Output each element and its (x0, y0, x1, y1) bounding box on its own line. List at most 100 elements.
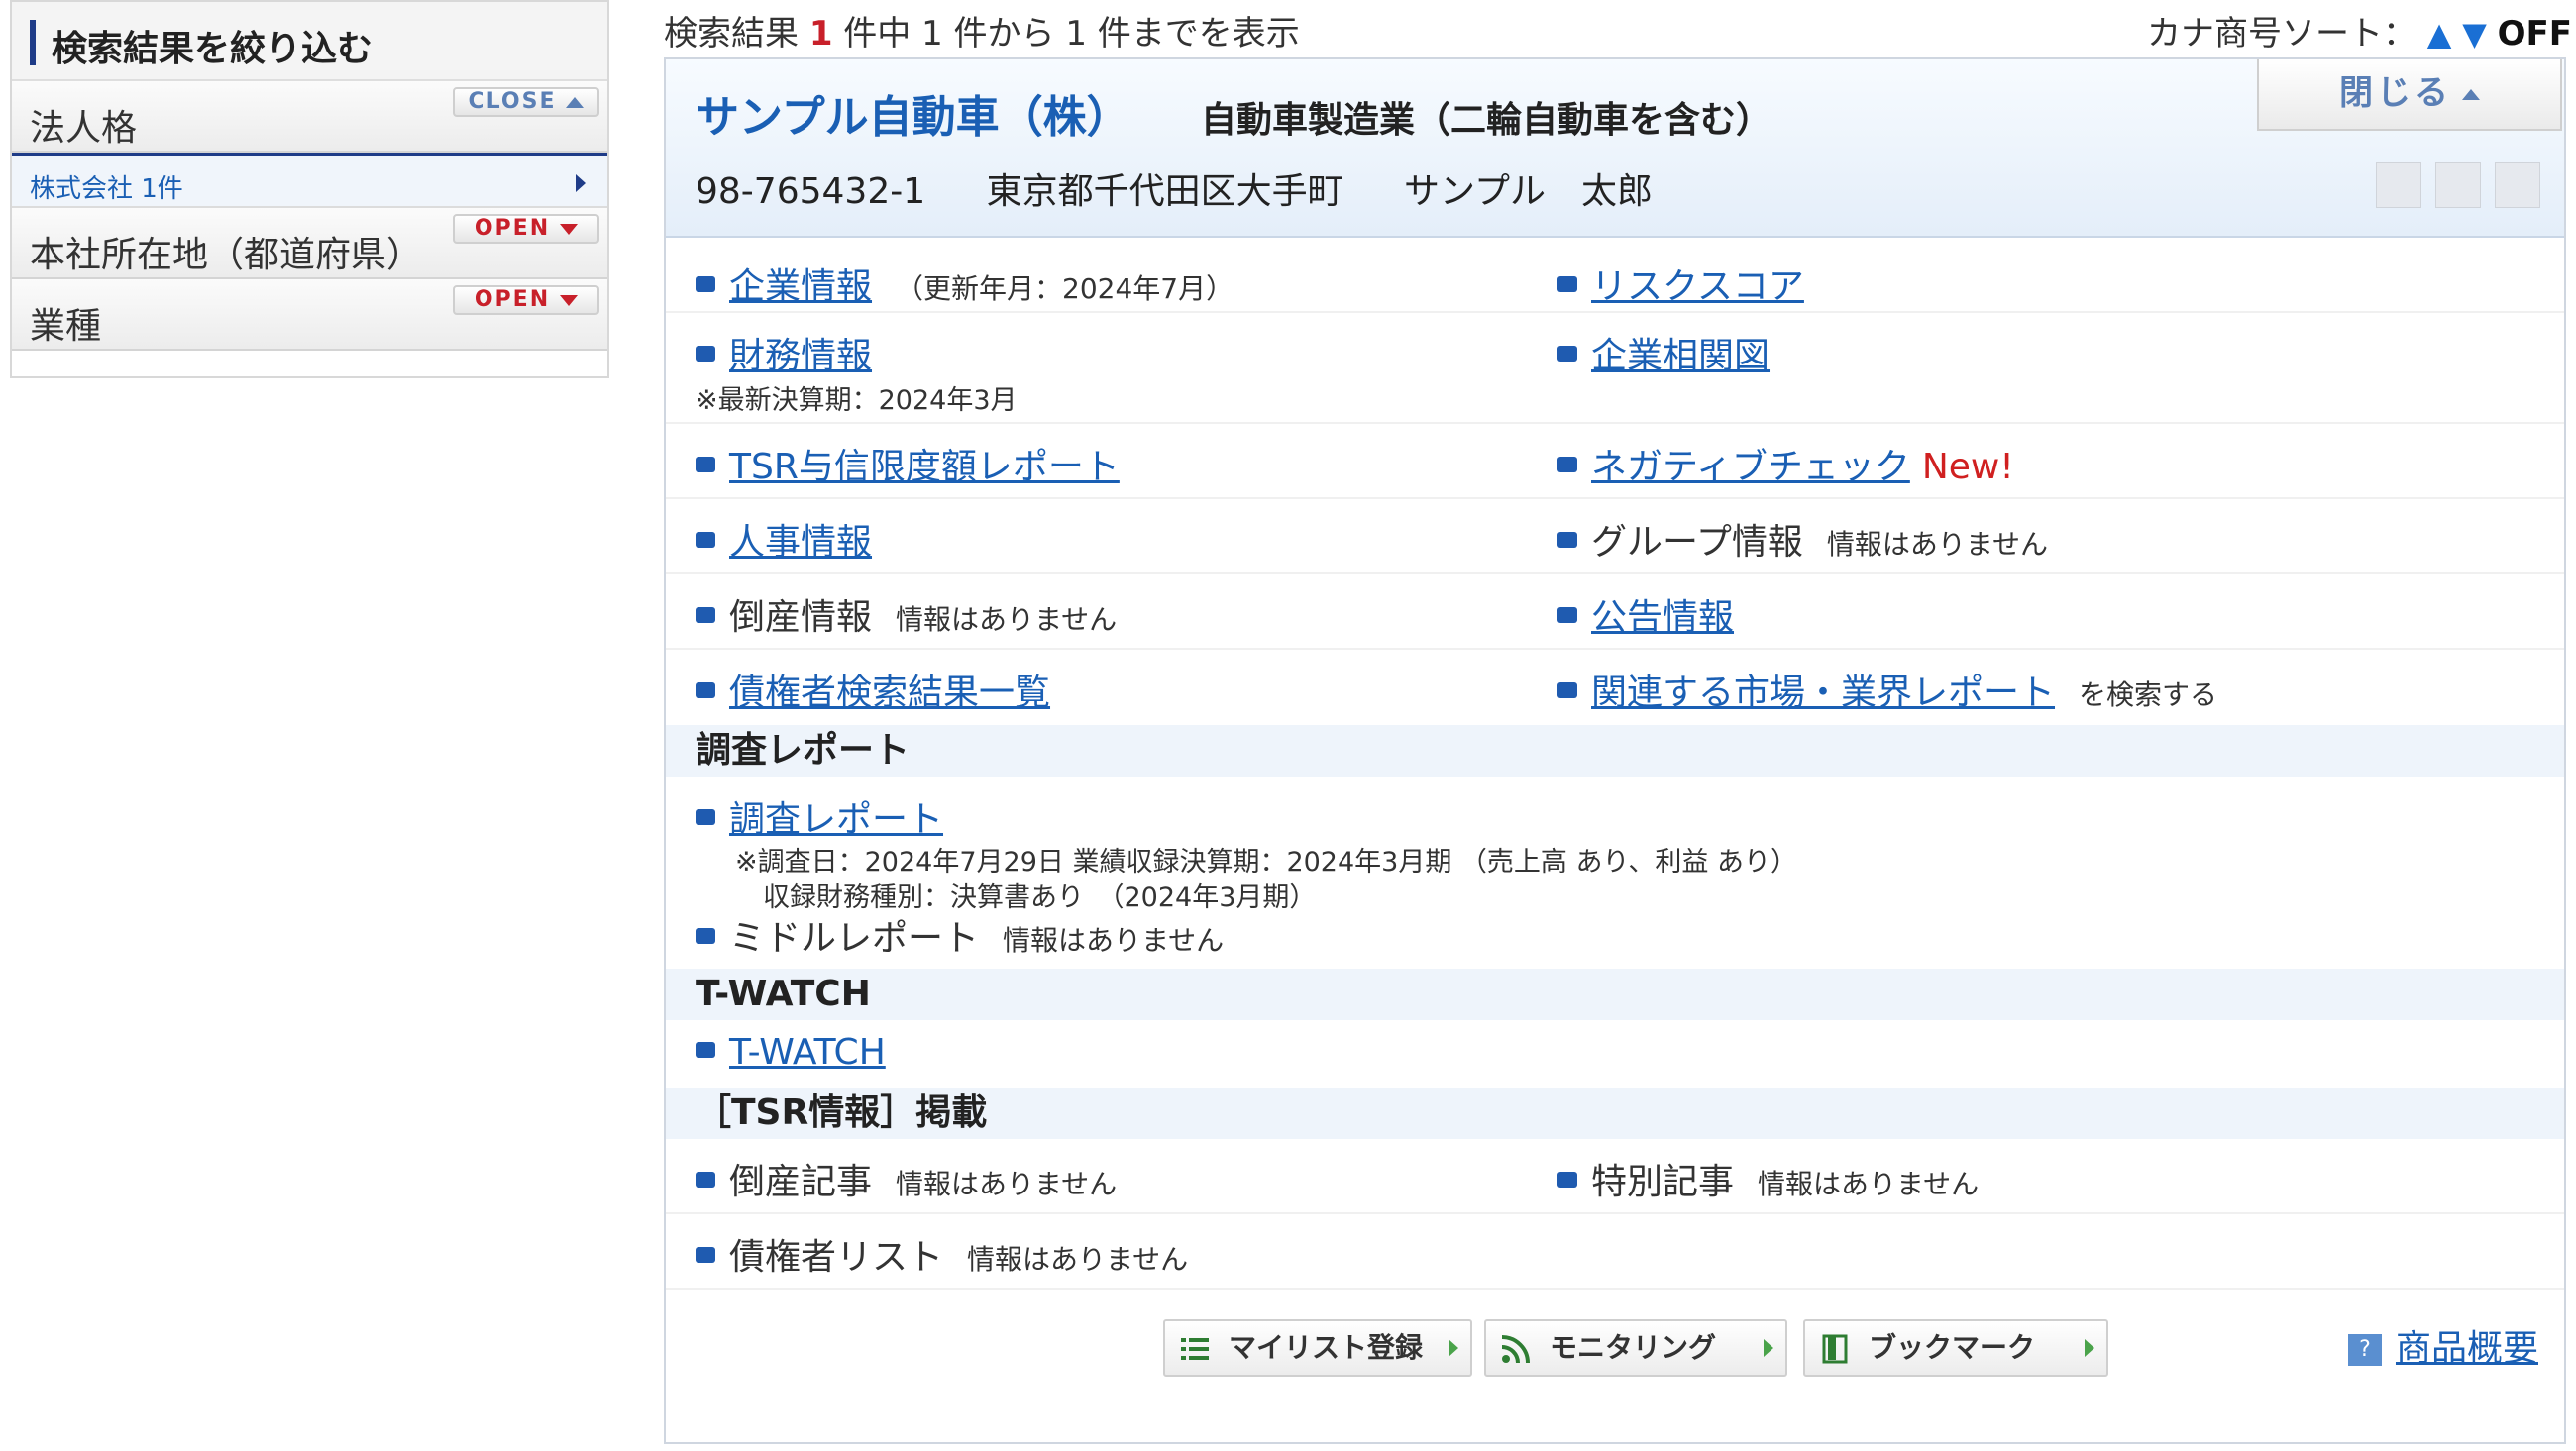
monitoring-button[interactable]: モニタリング (1484, 1319, 1787, 1377)
company-detail-panel: サンプル自動車（株） 自動車製造業（二輪自動車を含む） 98-765432-1 … (664, 57, 2566, 1444)
bullet-icon (696, 607, 715, 623)
middle-report-cell: ミドルレポート 情報はありません (696, 909, 1224, 961)
survey-row: 調査レポート ※調査日：2024年7月29日 業績収録決算期：2024年3月期 … (666, 777, 2564, 969)
action-footer: マイリスト登録 モニタリング ブックマーク ? 商品概要 (666, 1290, 2564, 1438)
open-filter-label: OPEN (474, 287, 551, 312)
bullet-icon (1557, 346, 1577, 362)
open-filter-button[interactable]: OPEN (453, 214, 599, 244)
bullet-icon (696, 928, 715, 944)
corp-info-link[interactable]: 企業情報 (729, 266, 872, 307)
market-report-note: を検索する (2079, 678, 2218, 711)
company-name: サンプル自動車（株） (696, 92, 1130, 143)
close-detail-button[interactable]: 閉じる (2257, 59, 2562, 131)
credit-report-cell: TSR与信限度額レポート (696, 438, 1120, 489)
monitoring-label: モニタリング (1550, 1331, 1717, 1364)
sidebar-title-bar (30, 20, 36, 65)
info-row: 倒産情報 情報はありません 公告情報 (666, 574, 2564, 650)
company-representative: サンプル 太郎 (1404, 171, 1653, 212)
bankruptcy-info-cell: 倒産情報 情報はありません (696, 588, 1117, 640)
bullet-icon (696, 682, 715, 698)
notice-info-link[interactable]: 公告情報 (1591, 597, 1734, 638)
twatch-cell: T-WATCH (696, 1032, 886, 1073)
bookmark-icon[interactable] (2495, 162, 2540, 208)
bullet-icon (696, 457, 715, 472)
rss-icon[interactable] (2435, 162, 2481, 208)
market-report-link[interactable]: 関連する市場・業界レポート (1591, 673, 2055, 713)
tsr-section-title: ［TSR情報］掲載 (666, 1088, 2564, 1139)
bullet-icon (696, 1172, 715, 1188)
hr-info-link[interactable]: 人事情報 (729, 522, 872, 563)
chevron-right-icon (2085, 1339, 2094, 1357)
caret-up-icon (2462, 89, 2480, 100)
special-article-cell: 特別記事 情報はありません (1557, 1153, 1979, 1204)
middle-report-label: ミドルレポート (729, 918, 980, 959)
info-row: 財務情報 ※最新決算期：2024年3月 企業相関図 (666, 313, 2564, 424)
close-detail-label: 閉じる (2339, 73, 2452, 113)
no-info-note: 情報はありません (896, 1168, 1118, 1200)
financial-link[interactable]: 財務情報 (729, 336, 872, 376)
company-industry: 自動車製造業（二輪自動車を含む） (1201, 100, 1772, 141)
bullet-icon (696, 1042, 715, 1058)
bankruptcy-article-cell: 倒産記事 情報はありません (696, 1153, 1117, 1204)
sort-asc-icon[interactable]: ▲ (2427, 15, 2452, 52)
filter-group-industry[interactable]: 業種 OPEN (12, 279, 607, 351)
company-address: 東京都千代田区大手町 (986, 171, 1343, 212)
creditor-list-label: 債権者リスト (729, 1237, 944, 1278)
corp-info-cell: 企業情報 （更新年月：2024年7月） (696, 258, 1234, 309)
info-row: TSR与信限度額レポート ネガティブチェック New! (666, 424, 2564, 499)
bookmark-button[interactable]: ブックマーク (1803, 1319, 2108, 1377)
twatch-section-title: T-WATCH (666, 969, 2564, 1020)
info-row: 企業情報 （更新年月：2024年7月） リスクスコア (666, 238, 2564, 313)
bullet-icon (1557, 532, 1577, 548)
bankruptcy-info-label: 倒産情報 (729, 597, 873, 638)
bullet-icon (696, 532, 715, 548)
risk-score-link[interactable]: リスクスコア (1591, 266, 1804, 307)
filter-sidebar: 検索結果を絞り込む 法人格 CLOSE 株式会社 1件 本社所在地（都道府県） … (10, 0, 609, 378)
risk-score-cell: リスクスコア (1557, 258, 1804, 309)
product-overview-link[interactable]: 商品概要 (2396, 1328, 2538, 1369)
survey-report-link[interactable]: 調査レポート (729, 799, 943, 840)
corp-info-note: （更新年月：2024年7月） (896, 272, 1234, 305)
filter-group-prefecture[interactable]: 本社所在地（都道府県） OPEN (12, 208, 607, 279)
header-icons (2376, 162, 2540, 208)
info-row: 債権者検索結果一覧 関連する市場・業界レポート を検索する (666, 650, 2564, 725)
notice-info-cell: 公告情報 (1557, 588, 1734, 640)
company-info-line: 98-765432-1 東京都千代田区大手町 サンプル 太郎 (696, 162, 1702, 214)
survey-note-1: ※調査日：2024年7月29日 業績収録決算期：2024年3月期 （売上高 あり… (735, 847, 1798, 878)
chevron-right-icon (1764, 1339, 1773, 1357)
corp-map-link[interactable]: 企業相関図 (1591, 336, 1770, 376)
mylist-button[interactable]: マイリスト登録 (1163, 1319, 1472, 1377)
company-code: 98-765432-1 (696, 171, 926, 212)
chevron-right-icon (576, 174, 586, 192)
bullet-icon (1557, 457, 1577, 472)
survey-report-cell: 調査レポート (696, 790, 943, 842)
open-filter-button[interactable]: OPEN (453, 285, 599, 315)
financial-note: ※最新決算期：2024年3月 (696, 385, 1018, 416)
twatch-row: T-WATCH (666, 1020, 2564, 1088)
sort-state[interactable]: OFF (2498, 14, 2572, 53)
creditor-search-link[interactable]: 債権者検索結果一覧 (729, 673, 1050, 713)
result-suffix: 件中 1 件から 1 件までを表示 (843, 14, 1300, 53)
help-icon: ? (2347, 1334, 2382, 1366)
filter-group-legal-form[interactable]: 法人格 CLOSE (12, 81, 607, 153)
product-overview: ? 商品概要 (2347, 1319, 2538, 1371)
negative-check-link[interactable]: ネガティブチェック (1591, 447, 1910, 487)
no-info-note: 情報はありません (1003, 924, 1225, 957)
info-row: 人事情報 グループ情報 情報はありません (666, 499, 2564, 574)
caret-down-icon (560, 294, 579, 306)
bankruptcy-article-label: 倒産記事 (729, 1162, 873, 1202)
sort-desc-icon[interactable]: ▼ (2462, 15, 2487, 52)
tsr-row: 債権者リスト 情報はありません (666, 1214, 2564, 1290)
bullet-icon (696, 809, 715, 825)
sidebar-title: 検索結果を絞り込む (52, 29, 374, 69)
group-info-cell: グループ情報 情報はありません (1557, 513, 2048, 565)
filter-option-kabushiki[interactable]: 株式会社 1件 (12, 153, 607, 208)
list-icon[interactable] (2376, 162, 2421, 208)
no-info-note: 情報はありません (896, 603, 1118, 636)
creditor-list-cell: 債権者リスト 情報はありません (696, 1228, 1188, 1280)
twatch-link[interactable]: T-WATCH (729, 1032, 886, 1073)
bookmark-icon (1822, 1334, 1848, 1364)
bullet-icon (696, 1247, 715, 1263)
close-filter-button[interactable]: CLOSE (453, 87, 599, 117)
credit-report-link[interactable]: TSR与信限度額レポート (729, 447, 1120, 487)
